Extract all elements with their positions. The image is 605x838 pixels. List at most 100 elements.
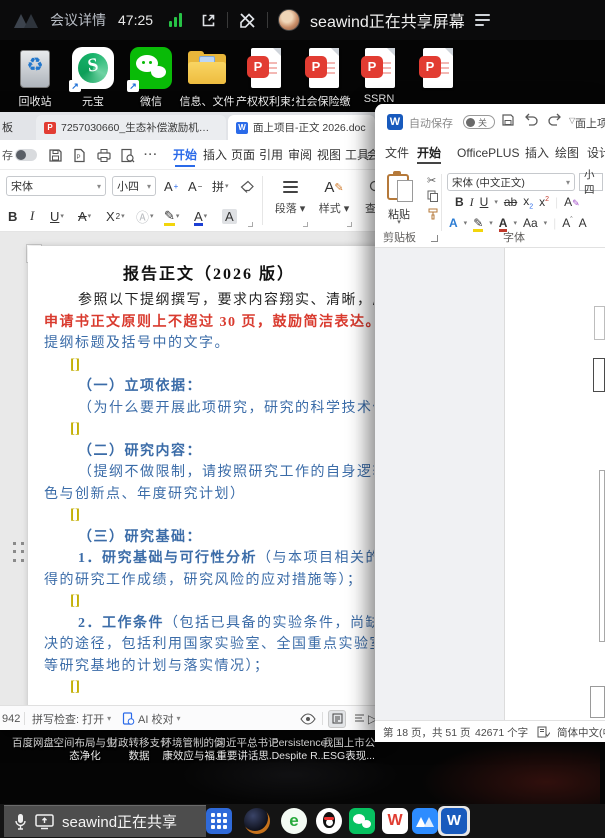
autosave-toggle[interactable]: 关 <box>463 115 495 129</box>
spellcheck-status[interactable]: 拼写检查: 打开▾ <box>32 706 111 731</box>
cut-button[interactable]: ✂ <box>427 174 436 187</box>
copy-button[interactable] <box>427 190 438 205</box>
subscript-button[interactable]: x2 <box>523 194 533 210</box>
highlight-color-button[interactable]: ✎ <box>473 216 483 230</box>
print-preview-button[interactable] <box>120 140 135 170</box>
increase-font-button[interactable]: A+ <box>164 176 178 196</box>
underline-button[interactable]: U▾ <box>50 206 64 226</box>
redo-button[interactable] <box>547 113 563 132</box>
page-indicator[interactable]: 第 18 页，共 51 页 <box>383 721 471 743</box>
clipboard-icon <box>387 174 409 200</box>
word-menu-设计[interactable]: 设计 <box>587 140 605 168</box>
desktop-icon-pdf-2[interactable]: P社会保险缴 <box>294 46 352 109</box>
taskbar-icon-wechat[interactable] <box>349 808 375 834</box>
font-name-select[interactable]: 宋体▾ <box>6 176 106 196</box>
word-menu-开始[interactable]: 开始 <box>417 140 441 168</box>
meeting-list-menu-icon[interactable] <box>475 14 490 26</box>
desktop-icon-pdf-4[interactable]: P <box>408 46 466 93</box>
paragraph-drag-handle-icon[interactable] <box>13 542 25 564</box>
desktop-icon-info-folder[interactable]: 信息、文件 <box>178 46 236 109</box>
sharing-control-pill[interactable]: seawind正在共享 <box>4 805 206 837</box>
grow-font-button[interactable]: Aˆ <box>562 216 572 230</box>
word-menu-绘图[interactable]: 绘图 <box>555 140 579 168</box>
highlight-color-button[interactable]: ✎▾ <box>164 206 179 226</box>
text-effects-glow-button[interactable]: A <box>449 216 458 230</box>
phonetic-guide-button[interactable]: 拼▾ <box>212 176 229 196</box>
format-painter-button[interactable] <box>427 208 439 223</box>
eye-protect-icon[interactable] <box>300 706 316 731</box>
taskbar-icon-360-browser[interactable]: e <box>281 808 307 834</box>
desktop-icon-pdf-1[interactable]: P产权权利束分 <box>236 46 294 109</box>
word-menu-插入[interactable]: 插入 <box>525 140 549 168</box>
character-shading-button[interactable]: Ⓐ▾ <box>136 206 154 226</box>
italic-button[interactable]: I <box>30 206 34 226</box>
page-view-button[interactable] <box>328 706 346 731</box>
meeting-details-link[interactable]: 会议详情 <box>50 10 106 30</box>
wps-menu-插入[interactable]: 插入 <box>203 140 227 170</box>
strikethrough-button[interactable]: A▾ <box>78 206 91 226</box>
save-button[interactable] <box>48 140 63 170</box>
taskbar-icon-wps[interactable]: W <box>382 808 408 834</box>
export-pdf-button[interactable]: P <box>72 140 87 170</box>
clipboard-dialog-launcher[interactable] <box>431 235 438 242</box>
taskbar-icon-qq[interactable] <box>316 808 342 834</box>
bracket-marker: [] <box>70 357 80 373</box>
font-color-button[interactable]: A <box>499 216 508 230</box>
word-menu-文件[interactable]: 文件 <box>385 140 409 168</box>
ai-proofread-button[interactable]: AI 校对▾ <box>122 706 180 731</box>
shrink-font-button[interactable]: A <box>579 216 587 230</box>
word-document-area[interactable] <box>375 248 605 720</box>
wps-tab-active[interactable]: W面上项目-正文 2026.doc <box>228 115 375 140</box>
print-button[interactable] <box>96 140 112 170</box>
more-commands-button[interactable]: ··· <box>144 140 158 170</box>
wps-menu-视图[interactable]: 视图 <box>317 140 341 170</box>
wps-menu-工具[interactable]: 工具 <box>345 140 369 170</box>
annotation-disabled-icon[interactable] <box>238 11 257 30</box>
italic-button[interactable]: I <box>470 195 474 210</box>
text-effects-button[interactable]: A✎ <box>564 195 580 209</box>
undo-button[interactable] <box>523 113 539 132</box>
character-border-button[interactable]: A <box>222 206 237 226</box>
decrease-font-button[interactable]: A− <box>188 176 202 196</box>
document-line: 申请书正文原则上不超过 30 页，鼓励简洁表达。请勿 <box>44 312 374 334</box>
bold-button[interactable]: B <box>455 195 464 209</box>
taskbar-icon-word[interactable]: W <box>441 808 467 834</box>
outline-view-button[interactable] <box>350 706 368 731</box>
font-group-label: 字体 <box>503 229 525 245</box>
proofing-icon[interactable] <box>537 721 550 743</box>
wps-menu-引用[interactable]: 引用 <box>259 140 283 170</box>
superscript-button[interactable]: x2 <box>539 195 549 209</box>
wps-tab-inactive[interactable]: P7257030660_生态补偿激励机制政 <box>36 115 226 140</box>
superscript-button[interactable]: X2▾ <box>106 206 125 226</box>
font-color-button[interactable]: A▾ <box>194 206 207 226</box>
wps-menu-开始[interactable]: 开始 <box>173 140 197 170</box>
font-size-select[interactable]: 小四 <box>579 173 603 191</box>
desktop-icon-wechat[interactable]: ↗微信 <box>122 46 180 109</box>
document-page[interactable]: 报告正文（2026 版）参照以下提纲撰写，要求内容翔实、清晰，层次分申请书正文原… <box>28 246 380 705</box>
word-menu-OfficePLUS[interactable]: OfficePLUS <box>457 140 519 168</box>
wps-menu-审阅[interactable]: 审阅 <box>288 140 312 170</box>
paragraph-group-button[interactable]: 段落 ▾ <box>268 174 312 226</box>
desktop-icon-recycle-bin[interactable]: ♻回收站 <box>6 46 64 109</box>
desktop-icon-pdf-3[interactable]: PSSRN <box>350 46 408 105</box>
taskbar-icon-app-grid[interactable] <box>206 808 232 834</box>
taskbar-icon-tencent-meeting[interactable] <box>412 808 438 834</box>
autosave-toggle[interactable] <box>15 140 37 170</box>
icon-part <box>244 808 270 834</box>
strikethrough-button[interactable]: ab <box>504 195 517 209</box>
underline-button[interactable]: U <box>480 195 489 209</box>
bold-button[interactable]: B <box>8 206 17 226</box>
taskbar-icon-quark-browser[interactable] <box>244 808 270 834</box>
clear-format-button[interactable] <box>240 176 254 196</box>
wps-menu-页面[interactable]: 页面 <box>231 140 255 170</box>
save-button[interactable] <box>501 113 515 132</box>
font-size-select[interactable]: 小四▾ <box>112 176 156 196</box>
change-case-button[interactable]: Aa <box>523 216 538 230</box>
icon-part <box>316 808 342 834</box>
word-count[interactable]: 42671 个字 <box>475 721 528 743</box>
share-screen-icon[interactable] <box>200 12 217 29</box>
font-name-select[interactable]: 宋体 (中文正文)▾ <box>447 173 575 191</box>
styles-group-button[interactable]: A✎ 样式 ▾ <box>312 174 356 226</box>
desktop-icon-yuanbao[interactable]: S↗元宝 <box>64 46 122 109</box>
language-indicator[interactable]: 简体中文(中国 <box>557 721 605 743</box>
